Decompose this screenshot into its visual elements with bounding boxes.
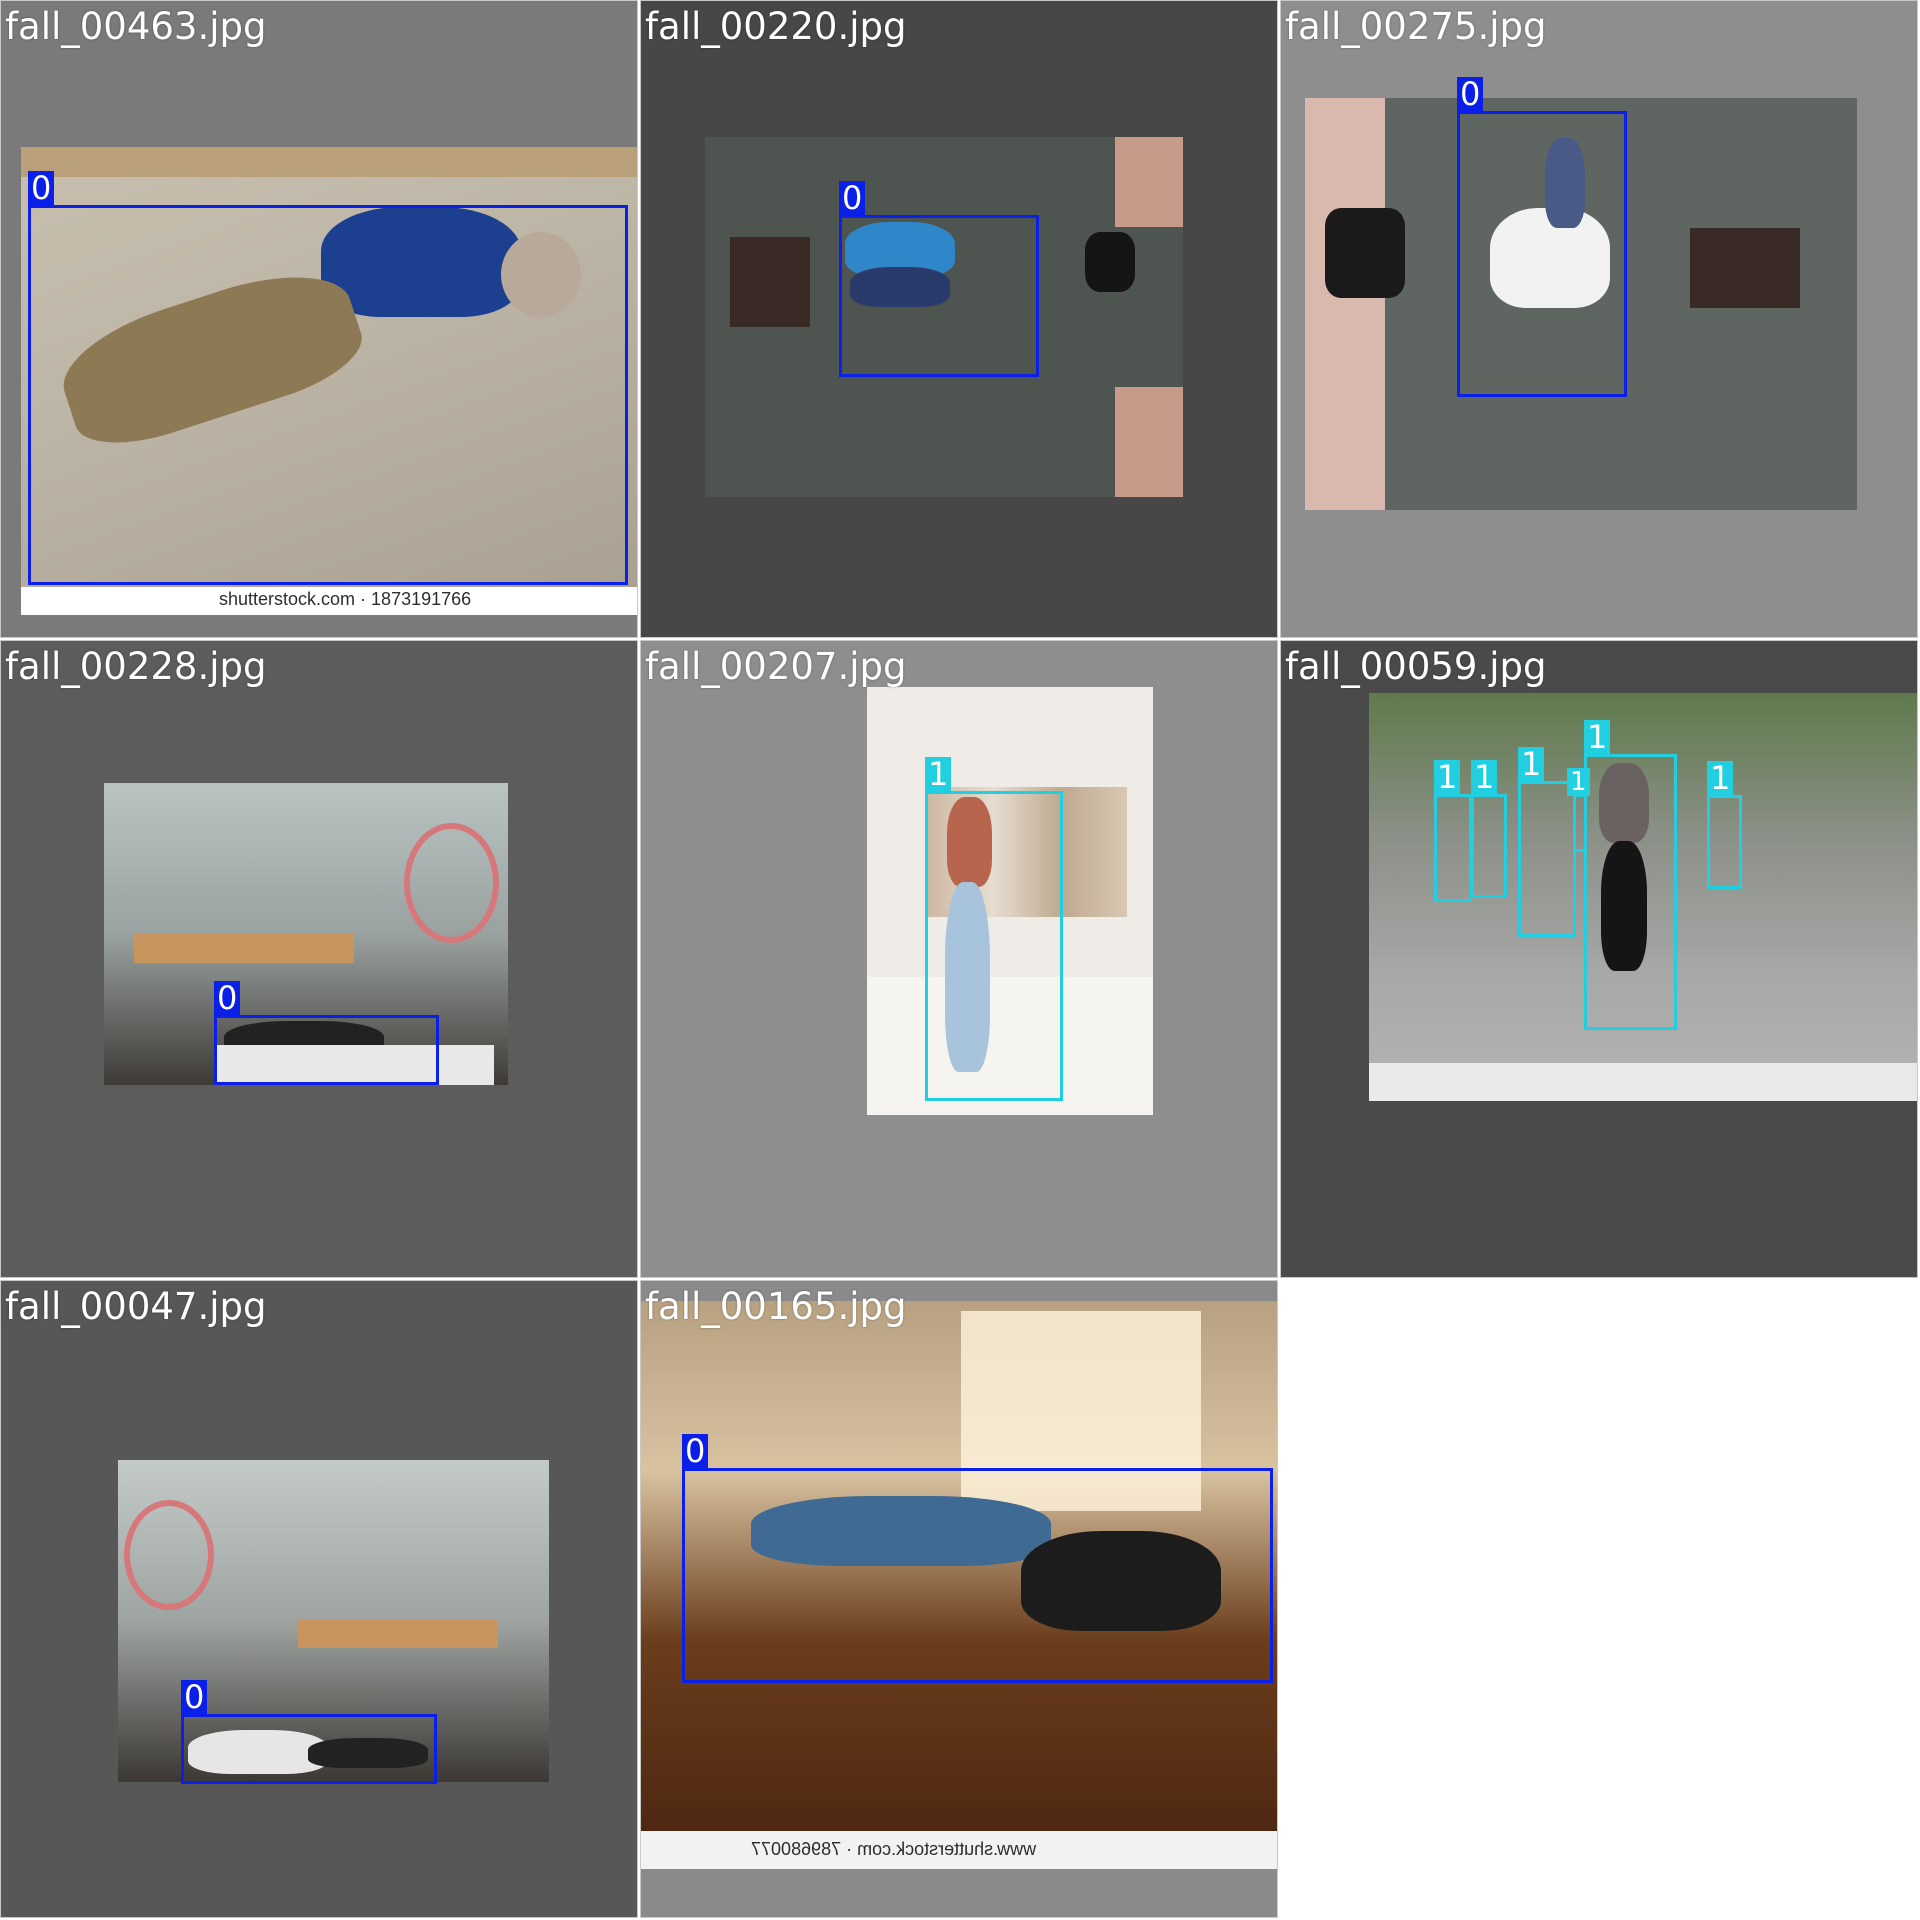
bounding-box — [1518, 781, 1576, 937]
filename-label: fall_00165.jpg — [645, 1285, 907, 1328]
class-label: 1 — [1584, 720, 1611, 754]
class-label: 0 — [181, 1680, 208, 1714]
filename-label: fall_00047.jpg — [5, 1285, 267, 1328]
filename-label: fall_00228.jpg — [5, 645, 267, 688]
bounding-box — [28, 205, 628, 585]
bounding-box — [925, 791, 1063, 1101]
image-tile[interactable]: fall_00220.jpg 0 — [640, 0, 1278, 638]
filename-label: fall_00059.jpg — [1285, 645, 1547, 688]
filename-label: fall_00220.jpg — [645, 5, 907, 48]
class-label: 1 — [1567, 768, 1590, 796]
class-label: 0 — [214, 981, 241, 1015]
image-tile[interactable]: fall_00207.jpg 1 — [640, 640, 1278, 1278]
mosaic-grid: fall_00463.jpg shutterstock.com · 187319… — [0, 0, 1920, 1920]
bounding-box — [1584, 754, 1677, 1030]
watermark-text: shutterstock.com · 1873191766 — [219, 589, 472, 609]
empty-slot — [1280, 1280, 1920, 1920]
image-tile[interactable]: fall_00047.jpg 0 — [0, 1280, 638, 1918]
bounding-box — [1573, 794, 1587, 852]
image-tile[interactable]: fall_00228.jpg 0 — [0, 640, 638, 1278]
image-tile[interactable]: fall_00165.jpg www.shutterstock.com · 78… — [640, 1280, 1278, 1918]
class-label: 1 — [925, 757, 952, 791]
bounding-box — [839, 215, 1039, 377]
bounding-box — [1707, 795, 1742, 889]
class-label: 0 — [1457, 77, 1484, 111]
image-tile[interactable]: fall_00463.jpg shutterstock.com · 187319… — [0, 0, 638, 638]
class-label: 0 — [28, 171, 55, 205]
image-tile[interactable]: fall_00275.jpg 0 — [1280, 0, 1918, 638]
class-label: 1 — [1471, 760, 1498, 794]
filename-label: fall_00275.jpg — [1285, 5, 1547, 48]
class-label: 0 — [839, 181, 866, 215]
class-label: 0 — [682, 1434, 709, 1468]
filename-label: fall_00207.jpg — [645, 645, 907, 688]
bounding-box — [682, 1468, 1273, 1683]
filename-label: fall_00463.jpg — [5, 5, 267, 48]
bounding-box — [181, 1714, 437, 1784]
bounding-box — [1471, 794, 1507, 898]
class-label: 1 — [1707, 761, 1734, 795]
image-tile[interactable]: fall_00059.jpg 1 1 1 1 1 1 — [1280, 640, 1918, 1278]
watermark-text: www.shutterstock.com · 789680077 — [751, 1839, 1037, 1859]
class-label: 1 — [1518, 747, 1545, 781]
bounding-box — [214, 1015, 439, 1085]
class-label: 1 — [1434, 760, 1461, 794]
bounding-box — [1434, 794, 1472, 902]
bounding-box — [1457, 111, 1627, 397]
